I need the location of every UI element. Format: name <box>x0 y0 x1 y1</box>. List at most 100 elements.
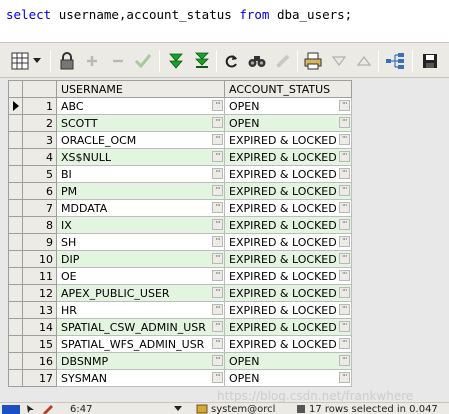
sort-ascending-icon[interactable] <box>354 51 374 71</box>
cell-ellipsis-button[interactable]: ··· <box>338 304 350 315</box>
link-icon[interactable] <box>385 51 405 71</box>
cell-username[interactable]: XS$NULL ··· <box>56 148 225 166</box>
cell-account-status[interactable]: OPEN ··· <box>224 369 352 387</box>
row-indicator[interactable] <box>8 148 23 166</box>
row-indicator[interactable] <box>8 318 23 336</box>
table-row[interactable]: 3 ORACLE_OCM ··· EXPIRED & LOCKED ··· <box>8 131 352 149</box>
cell-ellipsis-button[interactable]: ··· <box>212 185 223 196</box>
cell-ellipsis-button[interactable]: ··· <box>212 270 223 281</box>
row-indicator[interactable] <box>8 199 23 217</box>
cell-ellipsis-button[interactable]: ··· <box>338 151 350 162</box>
table-row[interactable]: 5 BI ··· EXPIRED & LOCKED ··· <box>8 165 352 183</box>
cell-ellipsis-button[interactable]: ··· <box>212 355 223 366</box>
row-indicator[interactable] <box>8 267 23 285</box>
cell-username[interactable]: BI ··· <box>56 165 225 183</box>
lock-icon[interactable] <box>57 51 77 71</box>
cell-username[interactable]: DIP ··· <box>56 250 225 268</box>
cell-ellipsis-button[interactable]: ··· <box>212 236 223 247</box>
cell-username[interactable]: SH ··· <box>56 233 225 251</box>
cell-username[interactable]: SPATIAL_CSW_ADMIN_USR ··· <box>56 318 225 336</box>
cell-ellipsis-button[interactable]: ··· <box>212 168 223 179</box>
cell-account-status[interactable]: EXPIRED & LOCKED ··· <box>224 148 352 166</box>
sql-editor[interactable]: select username,account_status from dba_… <box>0 0 449 40</box>
cell-username[interactable]: SCOTT ··· <box>56 114 225 132</box>
table-row[interactable]: 17 SYSMAN ··· OPEN ··· <box>8 369 352 387</box>
cell-ellipsis-button[interactable]: ··· <box>212 338 223 349</box>
row-indicator[interactable] <box>8 335 23 353</box>
cell-ellipsis-button[interactable]: ··· <box>338 168 350 179</box>
row-indicator[interactable] <box>8 301 23 319</box>
cell-ellipsis-button[interactable]: ··· <box>338 253 350 264</box>
table-row[interactable]: 13 HR ··· EXPIRED & LOCKED ··· <box>8 301 352 319</box>
cell-username[interactable]: DBSNMP ··· <box>56 352 225 370</box>
table-row[interactable]: 2 SCOTT ··· OPEN ··· <box>8 114 352 132</box>
cell-ellipsis-button[interactable]: ··· <box>212 151 223 162</box>
table-row[interactable]: 14 SPATIAL_CSW_ADMIN_USR ··· EXPIRED & LOCK… <box>8 318 352 336</box>
cell-account-status[interactable]: EXPIRED & LOCKED ··· <box>224 301 352 319</box>
table-row[interactable]: 15 SPATIAL_WFS_ADMIN_USR ··· EXPIRED & LOCK… <box>8 335 352 353</box>
table-row[interactable]: 6 PM ··· EXPIRED & LOCKED ··· <box>8 182 352 200</box>
cell-ellipsis-button[interactable]: ··· <box>212 100 223 111</box>
find-icon[interactable] <box>247 51 267 71</box>
cell-account-status[interactable]: EXPIRED & LOCKED ··· <box>224 199 352 217</box>
add-record-icon[interactable] <box>82 51 102 71</box>
cell-account-status[interactable]: EXPIRED & LOCKED ··· <box>224 131 352 149</box>
row-indicator[interactable] <box>8 182 23 200</box>
table-row[interactable]: 9 SH ··· EXPIRED & LOCKED ··· <box>8 233 352 251</box>
post-changes-icon[interactable] <box>133 51 153 71</box>
cell-ellipsis-button[interactable]: ··· <box>338 321 350 332</box>
cell-username[interactable]: PM ··· <box>56 182 225 200</box>
table-row[interactable]: 7 MDDATA ··· EXPIRED & LOCKED ··· <box>8 199 352 217</box>
cell-account-status[interactable]: EXPIRED & LOCKED ··· <box>224 233 352 251</box>
cell-ellipsis-button[interactable]: ··· <box>338 202 350 213</box>
cell-username[interactable]: ABC ··· <box>56 97 225 115</box>
row-indicator[interactable] <box>8 114 23 132</box>
row-indicator[interactable] <box>8 131 23 149</box>
cell-account-status[interactable]: OPEN ··· <box>224 97 352 115</box>
cell-ellipsis-button[interactable]: ··· <box>338 219 350 230</box>
cell-ellipsis-button[interactable]: ··· <box>212 321 223 332</box>
cell-username[interactable]: MDDATA ··· <box>56 199 225 217</box>
cell-account-status[interactable]: OPEN ··· <box>224 114 352 132</box>
cell-ellipsis-button[interactable]: ··· <box>338 270 350 281</box>
cell-ellipsis-button[interactable]: ··· <box>212 219 223 230</box>
cell-account-status[interactable]: EXPIRED & LOCKED ··· <box>224 250 352 268</box>
cell-account-status[interactable]: EXPIRED & LOCKED ··· <box>224 216 352 234</box>
row-indicator[interactable] <box>8 352 23 370</box>
table-row[interactable]: 16 DBSNMP ··· OPEN ··· <box>8 352 352 370</box>
table-row[interactable]: 11 OE ··· EXPIRED & LOCKED ··· <box>8 267 352 285</box>
cell-ellipsis-button[interactable]: ··· <box>212 372 223 383</box>
row-indicator[interactable] <box>8 284 23 302</box>
cell-ellipsis-button[interactable]: ··· <box>338 185 350 196</box>
cell-username[interactable]: HR ··· <box>56 301 225 319</box>
cell-username[interactable]: ORACLE_OCM ··· <box>56 131 225 149</box>
cell-username[interactable]: OE ··· <box>56 267 225 285</box>
row-indicator[interactable] <box>8 216 23 234</box>
cell-ellipsis-button[interactable]: ··· <box>338 134 350 145</box>
sort-descending-icon[interactable] <box>329 51 349 71</box>
column-header-username[interactable]: USERNAME <box>56 80 225 98</box>
cell-ellipsis-button[interactable]: ··· <box>212 202 223 213</box>
save-icon[interactable] <box>420 51 440 71</box>
grid-layout-icon[interactable] <box>10 51 30 71</box>
cell-ellipsis-button[interactable]: ··· <box>212 253 223 264</box>
cell-ellipsis-button[interactable]: ··· <box>338 287 350 298</box>
cell-account-status[interactable]: EXPIRED & LOCKED ··· <box>224 165 352 183</box>
cell-account-status[interactable]: EXPIRED & LOCKED ··· <box>224 284 352 302</box>
cell-ellipsis-button[interactable]: ··· <box>212 134 223 145</box>
print-icon[interactable] <box>303 51 323 71</box>
cell-ellipsis-button[interactable]: ··· <box>338 338 350 349</box>
cell-ellipsis-button[interactable]: ··· <box>212 304 223 315</box>
row-indicator[interactable] <box>8 233 23 251</box>
refresh-icon[interactable] <box>222 51 242 71</box>
cell-username[interactable]: APEX_PUBLIC_USER ··· <box>56 284 225 302</box>
cell-account-status[interactable]: EXPIRED & LOCKED ··· <box>224 335 352 353</box>
table-row[interactable]: 4 XS$NULL ··· EXPIRED & LOCKED ··· <box>8 148 352 166</box>
cell-ellipsis-button[interactable]: ··· <box>338 355 350 366</box>
row-indicator[interactable] <box>8 97 23 115</box>
row-indicator[interactable] <box>8 165 23 183</box>
table-row[interactable]: 1 ABC ··· OPEN ··· <box>8 97 352 115</box>
row-indicator[interactable] <box>8 250 23 268</box>
cell-username[interactable]: IX ··· <box>56 216 225 234</box>
cell-username[interactable]: SYSMAN ··· <box>56 369 225 387</box>
